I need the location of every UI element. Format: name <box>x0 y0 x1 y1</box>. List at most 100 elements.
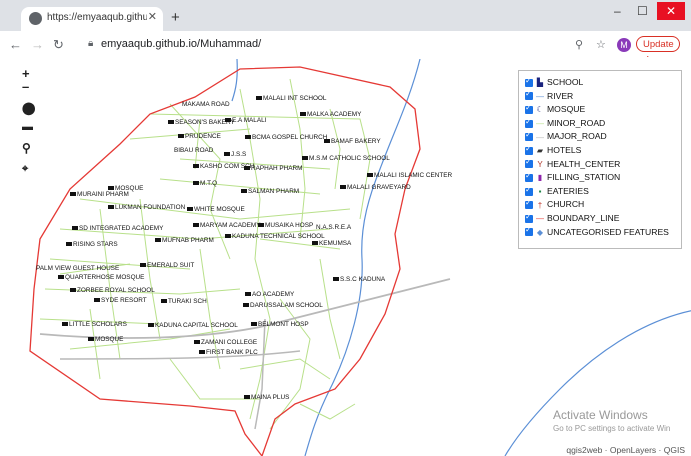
legend-item-river[interactable]: —RIVER <box>525 89 573 103</box>
layer-checkbox[interactable] <box>525 130 533 142</box>
map-label[interactable]: KADUNA TECHNICAL SCHOOL <box>225 233 325 240</box>
map-label[interactable]: ZORBEE ROYAL SCHOOL <box>70 287 155 294</box>
map-label[interactable]: ZAMANI COLLEGE <box>194 339 257 346</box>
minor-road-line: — <box>536 119 544 129</box>
legend-label: HEALTH_CENTER <box>547 158 621 169</box>
minimize-button[interactable]: – <box>614 4 621 18</box>
map-label[interactable]: LUKMAN FOUNDATION <box>108 204 185 211</box>
map-canvas[interactable]: + – ⬤ ▬ ⚲ ⌖ MALALI INT SCHOOL MAKAMA ROA… <box>0 59 691 456</box>
browser-tab[interactable]: https://emyaaqub.github.io/Mu ✕ <box>21 7 163 31</box>
map-label[interactable]: BIBAU ROAD <box>174 147 213 154</box>
map-label[interactable]: KADUNA CAPITAL SCHOOL <box>148 322 238 329</box>
address-bar[interactable]: 🔒︎ emyaaqub.github.io/Muhammad/ <box>84 36 564 54</box>
map-label[interactable]: BCMA GOSPEL CHURCH <box>245 134 327 141</box>
map-label[interactable]: WHITE MOSQUE <box>187 206 245 213</box>
legend-item-minor-road[interactable]: —MINOR_ROAD <box>525 117 605 130</box>
layer-checkbox[interactable] <box>525 157 533 169</box>
map-label[interactable]: MALALI GRAVEYARD <box>340 184 411 191</box>
map-label[interactable]: E.A MALALI <box>225 117 266 124</box>
location-pin-icon[interactable]: ⚲ <box>575 38 583 51</box>
update-button[interactable]: Update ⋮ <box>636 36 680 66</box>
legend-item-school[interactable]: ▙SCHOOL <box>525 76 583 89</box>
map-label[interactable]: MARYAM ACADEMY <box>193 222 261 229</box>
legend-item-major-road[interactable]: —MAJOR_ROAD <box>525 130 607 143</box>
map-label[interactable]: SALMAN PHARM <box>241 188 299 195</box>
map-label[interactable]: BAMAF BAKERY <box>324 138 381 145</box>
map-label[interactable]: BELMONT HOSP <box>251 321 309 328</box>
tab-close-button[interactable]: ✕ <box>148 10 157 23</box>
map-label[interactable]: MUFNAB PHARM <box>155 237 214 244</box>
location-pin-icon[interactable]: ⬤ <box>22 101 35 115</box>
legend-item-hotels[interactable]: ▰HOTELS <box>525 144 581 157</box>
map-label[interactable]: MALALI ISLAMIC CENTER <box>367 172 452 179</box>
map-label[interactable]: M.S.M CATHOLIC SCHOOL <box>302 155 390 162</box>
map-label[interactable]: SD INTEGRATED ACADEMY <box>72 225 163 232</box>
map-label[interactable]: MALALI INT SCHOOL <box>256 95 326 102</box>
layer-checkbox[interactable] <box>525 185 533 196</box>
layer-checkbox[interactable] <box>525 225 533 237</box>
browser-toolbar: ← → ↻ 🔒︎ emyaaqub.github.io/Muhammad/ ⚲ … <box>0 31 691 66</box>
minor-road-network <box>39 78 371 430</box>
map-label[interactable]: MOSQUE <box>88 336 123 343</box>
map-label[interactable]: TURAKI SCH <box>161 298 207 305</box>
legend-label: MAJOR_ROAD <box>547 131 607 142</box>
map-label[interactable]: MAINA PLUS <box>244 394 289 401</box>
map-label[interactable]: PRUDENCE <box>178 133 221 140</box>
map-label[interactable]: FIRST BANK PLC <box>199 349 258 356</box>
legend-label: CHURCH <box>547 199 585 210</box>
major-road-line <box>254 318 266 430</box>
map-label[interactable]: QUARTERHOSE MOSQUE <box>58 274 144 281</box>
layer-checkbox[interactable] <box>525 144 533 155</box>
avatar[interactable]: M <box>617 38 631 52</box>
map-label[interactable]: DARUSSALAM SCHOOL <box>243 302 323 309</box>
map-label[interactable]: RAPHAH PHARM <box>244 165 303 172</box>
layer-checkbox[interactable] <box>525 103 533 114</box>
legend-item-filling-station[interactable]: ▮ FILLING_STATION <box>525 171 620 184</box>
activate-windows-watermark: Activate Windows Go to PC settings to ac… <box>553 408 671 433</box>
layer-checkbox[interactable] <box>525 117 533 128</box>
legend-label: BOUNDARY_LINE <box>547 213 620 223</box>
layer-checkbox[interactable] <box>525 212 533 223</box>
forward-arrow-icon[interactable]: → <box>31 37 44 52</box>
map-label[interactable]: PALM VIEW GUEST HOUSE <box>36 265 119 272</box>
layer-checkbox[interactable] <box>525 76 533 87</box>
map-label[interactable]: M.T.Q <box>193 180 217 187</box>
map-label[interactable]: N.A.S.R.E.A <box>316 224 351 231</box>
back-arrow-icon[interactable]: ← <box>9 37 22 52</box>
window-close-button[interactable]: ✕ <box>657 2 685 20</box>
geolocate-icon[interactable]: ⌖ <box>22 163 28 176</box>
map-label[interactable]: MURAINI PHARM <box>70 191 129 198</box>
legend-item-eateries[interactable]: ▪ EATERIES <box>525 185 589 198</box>
river-line: — <box>536 91 544 101</box>
map-label[interactable]: SYDE RESORT <box>94 297 147 304</box>
measure-ruler-icon[interactable]: ▬ <box>22 121 33 133</box>
legend-item-boundary-line[interactable]: —BOUNDARY_LINE <box>525 212 620 225</box>
legend-item-uncategorised-features[interactable]: ◆UNCATEGORISED FEATURES <box>525 225 669 239</box>
map-label[interactable]: RISING STARS <box>66 241 118 248</box>
map-label[interactable]: EMERALD SUIT <box>140 262 194 269</box>
reload-icon[interactable]: ↻ <box>53 37 64 53</box>
hotel-icon: ▰ <box>536 146 544 156</box>
map-label[interactable]: AO ACADEMY <box>245 291 294 298</box>
legend-item-health-center[interactable]: Y HEALTH_CENTER <box>525 157 621 171</box>
map-attribution[interactable]: qgis2web · OpenLayers · QGIS <box>566 445 685 455</box>
legend-label: MOSQUE <box>547 104 586 115</box>
zoom-out-button[interactable]: – <box>22 79 29 94</box>
map-label[interactable]: LITTLE SCHOLARS <box>62 321 127 328</box>
layer-checkbox[interactable] <box>525 89 533 101</box>
map-label[interactable]: MALKA ACADEMY <box>300 111 361 118</box>
legend-item-mosque[interactable]: ☾MOSQUE <box>525 103 586 116</box>
map-label[interactable]: KEMUMSA <box>312 240 351 247</box>
layer-checkbox[interactable] <box>525 198 533 210</box>
map-label[interactable]: J.S.S <box>224 151 246 158</box>
map-label[interactable]: MOSQUE <box>108 185 143 192</box>
map-label[interactable]: MUSAIKA HOSP <box>258 222 313 229</box>
layer-checkbox[interactable] <box>525 171 533 182</box>
legend-item-church[interactable]: † CHURCH <box>525 198 585 211</box>
star-icon[interactable]: ☆ <box>596 38 606 51</box>
new-tab-button[interactable]: + <box>171 9 180 26</box>
maximize-button[interactable]: ☐ <box>637 4 648 18</box>
search-icon[interactable]: ⚲ <box>22 141 31 155</box>
map-label[interactable]: MAKAMA ROAD <box>182 101 230 108</box>
map-label[interactable]: S.S.C KADUNA <box>333 276 385 283</box>
